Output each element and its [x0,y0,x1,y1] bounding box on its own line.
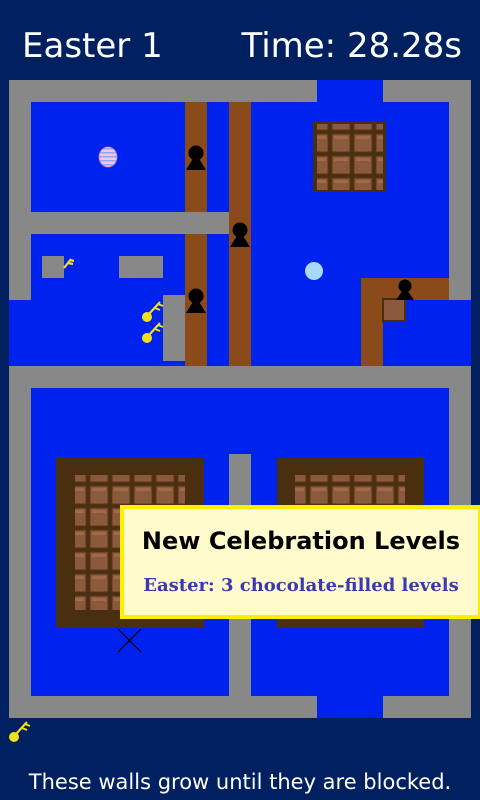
key-icon[interactable] [9,721,31,742]
easter-egg-icon[interactable] [98,146,118,168]
banner-subtitle: Easter: 3 chocolate-filled levels [143,575,459,596]
ball-icon[interactable] [305,262,323,280]
banner-title: New Celebration Levels [141,527,461,555]
chocolate-piece [382,298,406,322]
game-board[interactable] [0,0,480,800]
hint-text: These walls grow until they are blocked. [28,770,452,794]
chocolate-bar-top [317,124,383,190]
celebration-banner[interactable]: New Celebration Levels Easter: 3 chocola… [120,505,480,619]
